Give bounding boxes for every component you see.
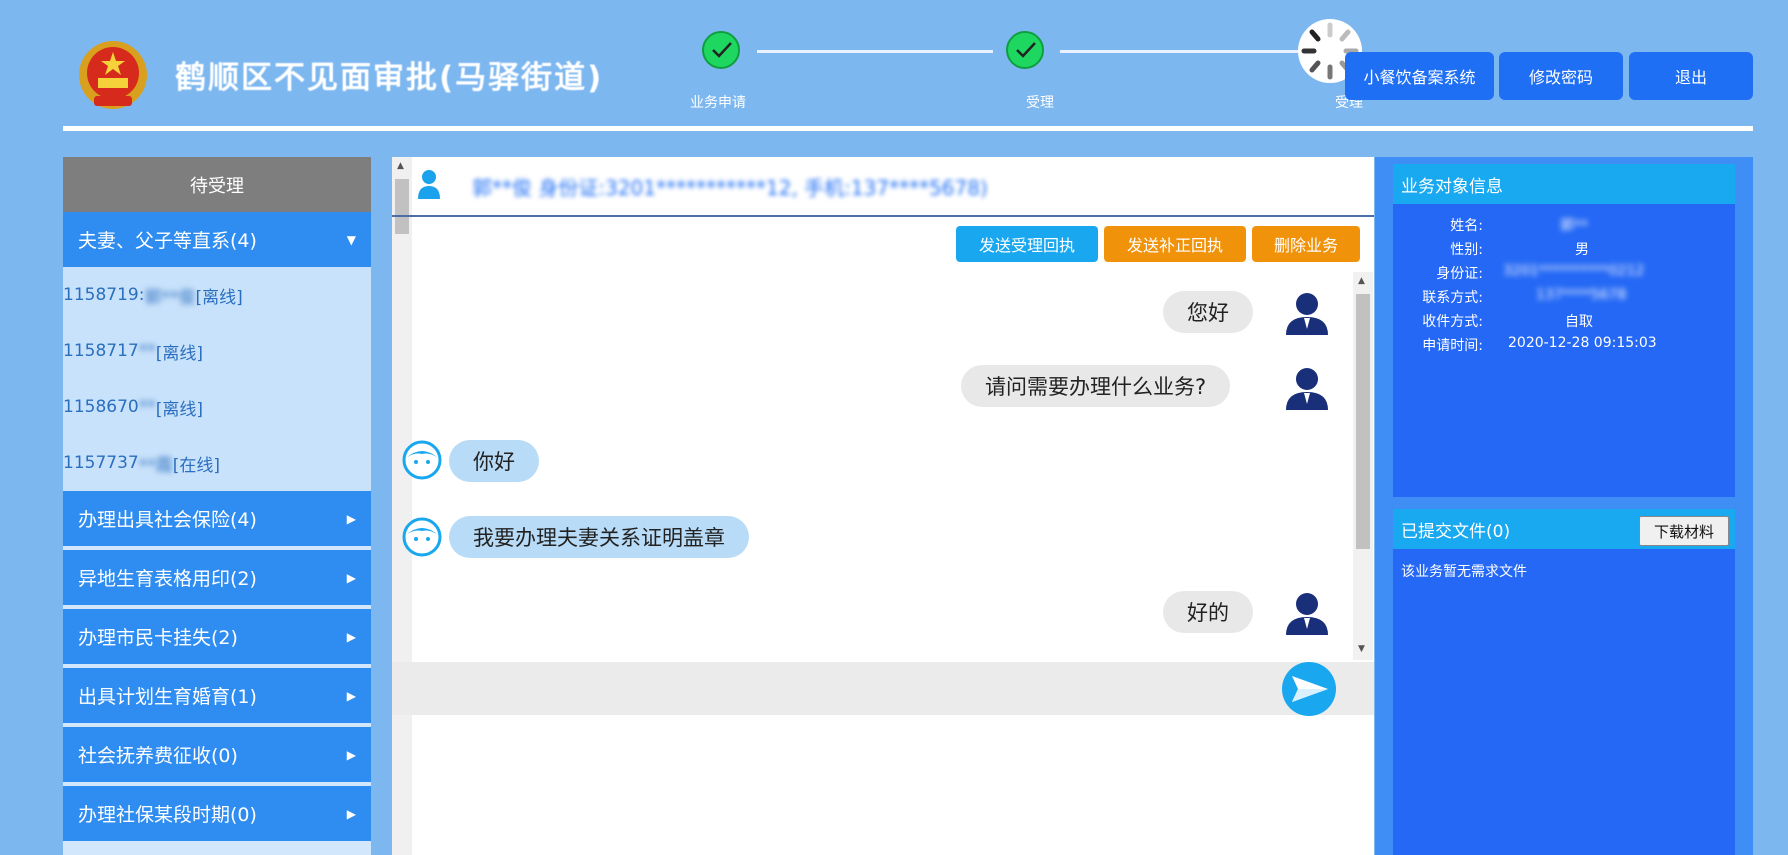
files-empty-message: 该业务暂无需求文件 bbox=[1401, 564, 1527, 580]
list-item[interactable]: 1158670 ** [离线] bbox=[63, 379, 371, 435]
caret-right-icon: ▶ bbox=[346, 688, 356, 703]
change-password-button[interactable]: 修改密码 bbox=[1499, 52, 1623, 100]
person-icon bbox=[417, 169, 441, 203]
delete-business-button[interactable]: 删除业务 bbox=[1252, 226, 1360, 262]
step-done-check-icon bbox=[1006, 31, 1044, 69]
scroll-down-icon[interactable]: ▼ bbox=[1358, 644, 1365, 654]
caret-right-icon: ▶ bbox=[346, 570, 356, 585]
sidebar-group-social-insurance[interactable]: 办理出具社会保险(4) ▶ bbox=[63, 491, 371, 546]
info-label: 性别: bbox=[1450, 242, 1483, 258]
chat-scrollbar[interactable]: ▲ ▼ bbox=[1353, 272, 1373, 660]
info-label: 联系方式: bbox=[1422, 290, 1483, 306]
caret-right-icon: ▶ bbox=[346, 511, 356, 526]
user-message: 你好 bbox=[449, 440, 539, 482]
sidebar-group-items: 1158719: 郭**俊 [离线] 1158717 ** [离线] 1158670 **… bbox=[63, 267, 371, 491]
sidebar-group-family-planning[interactable]: 出具计划生育婚育(1) ▶ bbox=[63, 668, 371, 723]
sidebar-group-social-fee[interactable]: 社会抚养费征收(0) ▶ bbox=[63, 727, 371, 782]
info-value: 郭** bbox=[1560, 218, 1588, 234]
download-materials-button[interactable]: 下载材料 bbox=[1639, 516, 1729, 546]
list-item[interactable]: 1158719: 郭**俊 [离线] bbox=[63, 267, 371, 323]
caret-right-icon: ▶ bbox=[346, 747, 356, 762]
sidebar-group-label: 夫妻、父子等直系(4) bbox=[78, 230, 257, 252]
caret-right-icon: ▶ bbox=[346, 629, 356, 644]
info-value: 3201**********0212 bbox=[1503, 263, 1645, 279]
caret-right-icon: ▶ bbox=[346, 806, 356, 821]
step-connector bbox=[1060, 50, 1298, 53]
info-title: 业务对象信息 bbox=[1393, 164, 1735, 204]
send-supplement-receipt-button[interactable]: 发送补正回执 bbox=[1104, 226, 1246, 262]
app-header: 鹤顺区不见面审批(马驿街道) 业务申请 受理 受理 小餐饮备案系统 修改密码 退… bbox=[0, 0, 1788, 150]
info-value: 男 bbox=[1575, 242, 1589, 258]
pending-sidebar: 待受理 夫妻、父子等直系(4) ▼ 1158719: 郭**俊 [离线] 11587… bbox=[63, 157, 371, 855]
info-label: 身份证: bbox=[1436, 266, 1483, 282]
list-item[interactable]: 1157737 **霞 [在线] bbox=[63, 435, 371, 491]
step-done-check-icon bbox=[702, 31, 740, 69]
info-label: 收件方式: bbox=[1422, 314, 1483, 330]
applicant-summary: 郭**俊 身份证:3201***********12, 手机:137****56… bbox=[472, 176, 988, 200]
chat-header: 郭**俊 身份证:3201***********12, 手机:137****56… bbox=[392, 157, 1374, 217]
app-title: 鹤顺区不见面审批(马驿街道) bbox=[175, 60, 604, 96]
user-avatar-icon bbox=[402, 440, 448, 486]
logout-button[interactable]: 退出 bbox=[1629, 52, 1753, 100]
step-label: 业务申请 bbox=[690, 95, 746, 111]
step-connector bbox=[757, 50, 993, 53]
list-item[interactable]: 1158717 ** [离线] bbox=[63, 323, 371, 379]
national-emblem-logo bbox=[76, 38, 150, 116]
submitted-files: 已提交文件(0) 下载材料 该业务暂无需求文件 bbox=[1393, 509, 1735, 855]
info-value: 自取 bbox=[1565, 314, 1593, 330]
header-divider bbox=[63, 126, 1753, 131]
info-label: 申请时间: bbox=[1422, 338, 1483, 354]
sidebar-group-birth-form-seal[interactable]: 异地生育表格用印(2) ▶ bbox=[63, 550, 371, 605]
agent-message: 请问需要办理什么业务? bbox=[961, 365, 1231, 407]
agent-avatar-icon bbox=[1284, 364, 1330, 410]
agent-avatar-icon bbox=[1284, 289, 1330, 335]
message-input[interactable] bbox=[392, 662, 1374, 715]
caret-down-icon: ▼ bbox=[346, 232, 356, 247]
send-message-button[interactable] bbox=[1282, 662, 1336, 716]
step-label: 受理 bbox=[1026, 95, 1054, 111]
info-value: 137****5678 bbox=[1536, 287, 1627, 303]
scrollbar-thumb[interactable] bbox=[1356, 294, 1370, 549]
sidebar-group-direct-relatives[interactable]: 夫妻、父子等直系(4) ▼ bbox=[63, 212, 371, 267]
scroll-up-icon[interactable]: ▲ bbox=[1358, 276, 1365, 286]
user-message: 我要办理夫妻关系证明盖章 bbox=[449, 516, 749, 558]
agent-message: 好的 bbox=[1163, 591, 1253, 633]
send-accept-receipt-button[interactable]: 发送受理回执 bbox=[956, 226, 1098, 262]
agent-message: 您好 bbox=[1163, 291, 1253, 333]
sidebar-title: 待受理 bbox=[63, 157, 371, 212]
send-icon bbox=[1292, 676, 1328, 702]
user-avatar-icon bbox=[402, 517, 448, 563]
sidebar-group-social-period[interactable]: 办理社保某段时期(0) ▶ bbox=[63, 786, 371, 841]
info-label: 姓名: bbox=[1450, 218, 1483, 234]
sidebar-group-citizen-card-loss[interactable]: 办理市民卡挂失(2) ▶ bbox=[63, 609, 371, 664]
small-catering-system-button[interactable]: 小餐饮备案系统 bbox=[1345, 52, 1494, 100]
info-value: 2020-12-28 09:15:03 bbox=[1508, 335, 1657, 351]
agent-avatar-icon bbox=[1284, 589, 1330, 635]
